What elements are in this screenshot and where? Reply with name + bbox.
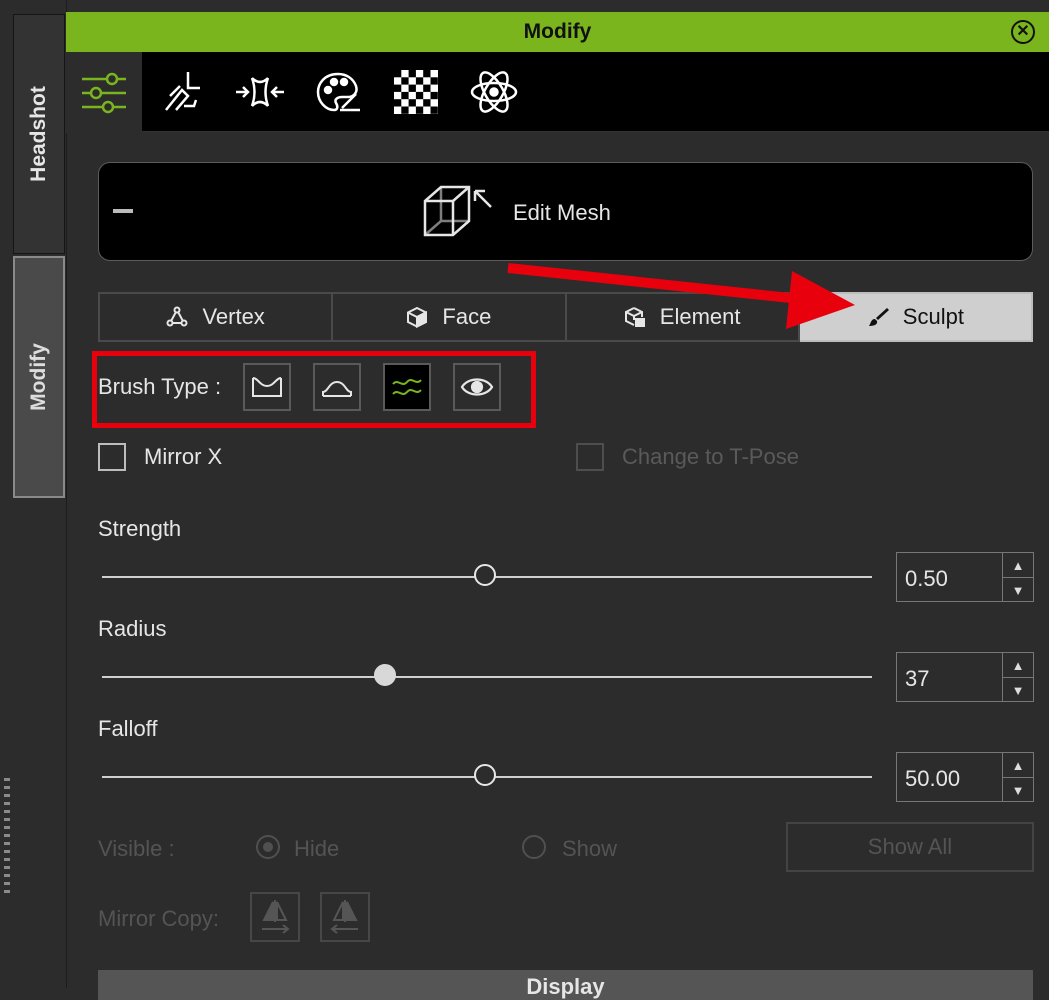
t-pose-label: Change to T-Pose [622, 444, 799, 469]
falloff-slider[interactable] [102, 764, 872, 786]
strength-slider[interactable] [102, 564, 872, 586]
visible-label: Visible : [98, 836, 175, 861]
atom-icon[interactable] [456, 52, 532, 132]
edit-mesh-header[interactable]: Edit Mesh [98, 162, 1033, 261]
radius-down-icon[interactable]: ▼ [1003, 677, 1033, 702]
show-all-label: Show All [867, 834, 953, 859]
brush-type-highlight [92, 351, 536, 428]
annotation-arrow-icon [507, 263, 855, 329]
strength-spinbox[interactable]: 0.50 ▲ ▼ [896, 552, 1034, 602]
morph-compress-icon[interactable] [222, 52, 298, 132]
tab-vertex[interactable]: Vertex [98, 292, 334, 342]
edit-mesh-label: Edit Mesh [513, 200, 611, 225]
brush-icon [868, 308, 889, 326]
checker-texture-icon[interactable] [378, 52, 454, 132]
pose-figure-icon[interactable] [144, 52, 220, 132]
falloff-down-icon[interactable]: ▼ [1003, 777, 1033, 802]
mirror-left-icon [330, 900, 358, 934]
radius-label: Radius [98, 616, 167, 641]
strength-value[interactable]: 0.50 [905, 566, 948, 592]
tab-sculpt-label: Sculpt [902, 304, 964, 329]
falloff-knob[interactable] [474, 764, 496, 786]
tab-vertex-label: Vertex [202, 304, 265, 329]
tab-modify-label: Modify [27, 343, 50, 411]
close-icon[interactable]: ✕ [1011, 20, 1035, 44]
mesh-cube-icon [423, 185, 492, 237]
show-radio [522, 835, 546, 859]
mirror-right-icon [262, 900, 290, 934]
radius-value[interactable]: 37 [905, 666, 929, 692]
mirror-x-label: Mirror X [144, 444, 223, 469]
t-pose-checkbox: Change to T-Pose [576, 443, 799, 471]
side-tab-strip: Headshot Modify [0, 0, 67, 988]
falloff-label: Falloff [98, 716, 158, 741]
mirror-x-checkbox[interactable]: Mirror X [98, 443, 222, 471]
mirror-copy-left-button [320, 892, 370, 942]
collapse-icon[interactable] [113, 209, 133, 213]
tab-modify[interactable]: Modify [13, 256, 65, 498]
strength-label: Strength [98, 516, 182, 541]
t-pose-box [576, 443, 604, 471]
vertex-icon [166, 306, 188, 327]
radius-spinbox[interactable]: 37 ▲ ▼ [896, 652, 1034, 702]
display-section-label: Display [526, 974, 605, 999]
tab-headshot[interactable]: Headshot [13, 14, 65, 254]
show-label: Show [562, 836, 618, 861]
strength-knob[interactable] [474, 564, 496, 586]
tab-headshot-label: Headshot [27, 86, 50, 182]
falloff-value[interactable]: 50.00 [905, 766, 960, 792]
hide-radio [256, 835, 280, 859]
mirror-copy-right-button [250, 892, 300, 942]
hide-label: Hide [294, 836, 340, 861]
show-all-button: Show All [786, 822, 1034, 872]
sliders-icon[interactable] [66, 52, 142, 133]
palette-icon[interactable] [300, 52, 376, 132]
panel-title: Modify [523, 20, 592, 43]
radius-slider[interactable] [102, 664, 872, 686]
panel-title-bar: Modify ✕ [66, 12, 1049, 52]
display-section-header[interactable]: Display [98, 970, 1033, 1000]
modify-toolbar [66, 52, 1049, 133]
radius-up-icon[interactable]: ▲ [1003, 653, 1033, 677]
falloff-spinbox[interactable]: 50.00 ▲ ▼ [896, 752, 1034, 802]
strength-up-icon[interactable]: ▲ [1003, 553, 1033, 577]
falloff-up-icon[interactable]: ▲ [1003, 753, 1033, 777]
mirror-x-box[interactable] [98, 443, 126, 471]
mirror-copy-label: Mirror Copy: [98, 906, 220, 931]
resize-grip[interactable] [4, 778, 10, 893]
tab-face-label: Face [442, 304, 492, 329]
strength-down-icon[interactable]: ▼ [1003, 577, 1033, 602]
radius-knob[interactable] [373, 664, 396, 686]
face-cube-icon [407, 306, 428, 328]
